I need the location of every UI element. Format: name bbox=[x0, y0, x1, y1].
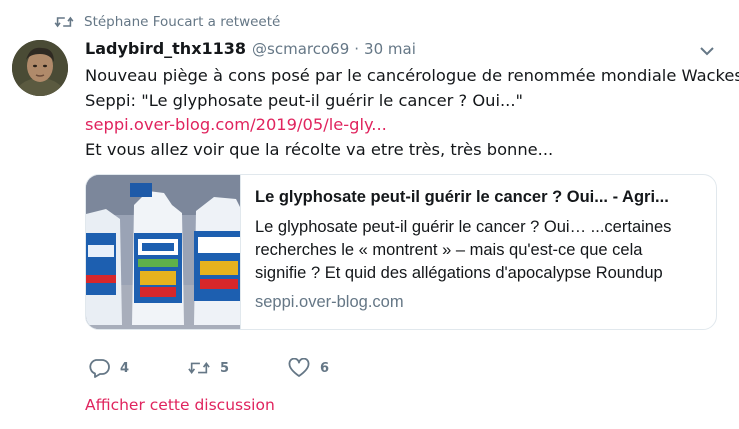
show-thread-link[interactable]: Afficher cette discussion bbox=[85, 396, 275, 414]
card-title: Le glyphosate peut-il guérir le cancer ?… bbox=[255, 188, 669, 206]
tweet-text: Nouveau piège à cons posé par le cancéro… bbox=[85, 64, 739, 162]
retweet-context: Stéphane Foucart a retweeté bbox=[54, 12, 280, 32]
card-description-line: signifie ? Et quid des allégations d'apo… bbox=[255, 264, 663, 282]
retweet-context-text[interactable]: Stéphane Foucart a retweeté bbox=[84, 14, 280, 30]
retweet-button[interactable]: 5 bbox=[188, 358, 288, 378]
retweet-count: 5 bbox=[220, 360, 230, 376]
card-description-line: recherches le « montrent » – mais qu'est… bbox=[255, 241, 643, 259]
chevron-down-icon[interactable] bbox=[698, 44, 716, 58]
retweet-icon bbox=[54, 16, 74, 28]
reply-count: 4 bbox=[120, 360, 130, 376]
card-description: Le glyphosate peut-il guérir le cancer ?… bbox=[255, 216, 705, 285]
card-description-line: Le glyphosate peut-il guérir le cancer ?… bbox=[255, 218, 672, 236]
tweet-actions: 4 5 6 bbox=[88, 356, 388, 380]
tweet-header: Ladybird_thx1138 @scmarco69 · 30 mai bbox=[85, 39, 416, 61]
link-card[interactable]: Le glyphosate peut-il guérir le cancer ?… bbox=[85, 174, 717, 330]
like-count: 6 bbox=[320, 360, 330, 376]
card-body: Le glyphosate peut-il guérir le cancer ?… bbox=[240, 175, 716, 329]
tweet-text-line: Seppi: "Le glyphosate peut-il guérir le … bbox=[85, 90, 524, 110]
tweet-text-line: Nouveau piège à cons posé par le cancéro… bbox=[85, 66, 739, 85]
heart-icon bbox=[288, 358, 310, 377]
tweet-date[interactable]: 30 mai bbox=[364, 40, 416, 58]
card-image bbox=[86, 175, 240, 329]
tweet-text-line: Et vous allez voir que la récolte va etr… bbox=[85, 139, 554, 159]
card-domain: seppi.over-blog.com bbox=[255, 293, 404, 311]
separator: · bbox=[354, 40, 360, 58]
like-button[interactable]: 6 bbox=[288, 358, 388, 378]
avatar[interactable] bbox=[12, 40, 68, 96]
author-handle[interactable]: @scmarco69 bbox=[252, 40, 349, 58]
tweet-link[interactable]: seppi.over-blog.com/2019/05/le-gly... bbox=[85, 115, 387, 134]
author-name[interactable]: Ladybird_thx1138 bbox=[85, 39, 246, 58]
reply-icon bbox=[89, 359, 110, 378]
retweet-icon bbox=[188, 362, 210, 374]
reply-button[interactable]: 4 bbox=[88, 358, 188, 378]
